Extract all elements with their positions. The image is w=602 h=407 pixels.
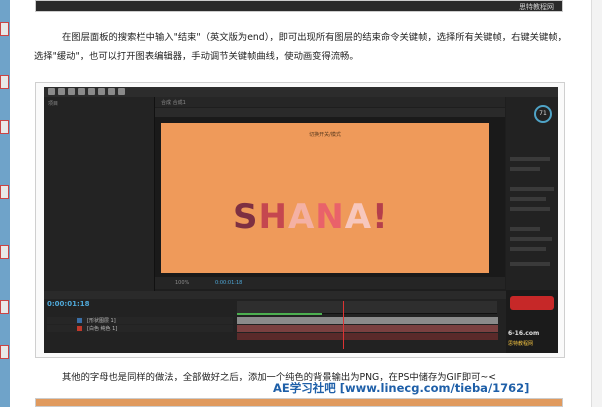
layer-row[interactable]: [形状图层 1] [47,317,233,324]
layer-color-swatch [77,318,82,323]
timeline-panel[interactable]: 0:00:01:18 [形状图层 1] [白色 纯色 1] [44,291,558,353]
desktop-icon[interactable] [0,22,9,36]
tool-icon[interactable] [48,88,55,95]
viewer-timecode[interactable]: 0:00:01:18 [215,280,242,286]
footer-watermark: AE学习社吧 [www.linecg.com/tieba/1762] [273,381,530,395]
layer-name: [形状图层 1] [87,318,116,324]
layer-track[interactable] [237,333,498,340]
gauge-value: 71 [539,110,547,117]
layer-row[interactable]: [白色 纯色 1] [47,325,233,332]
shana-logo: SHANA! [233,197,389,237]
tool-icon[interactable] [88,88,95,95]
panel-row[interactable] [510,167,540,171]
tool-icon[interactable] [58,88,65,95]
panel-row[interactable] [510,262,550,266]
logo-letter: H [258,197,288,237]
panel-row[interactable] [510,207,550,211]
next-image [35,398,563,407]
cpu-gauge: 71 [534,105,552,123]
article-paragraph: 在图层面板的搜索栏中输入"结束"（英文版为end），即可出现所有图层的结束命令关… [34,32,567,62]
panel-row[interactable] [510,237,552,241]
layer-color-swatch [77,326,82,331]
desktop-icon[interactable] [0,120,9,134]
logo-letter: A [344,197,373,237]
work-area-bar[interactable] [237,313,322,315]
layer-track[interactable] [237,317,498,324]
info-panel[interactable]: 71 [506,97,558,292]
comp-canvas[interactable]: 切换开关/模式 SHANA! [161,123,489,273]
previous-image: 思特教程网 [35,0,563,12]
stamp-logo [510,296,554,310]
desktop-icon[interactable] [0,245,9,259]
viewer-controls[interactable]: 100% 0:00:01:18 [155,277,505,289]
desktop-sidebar [0,0,10,407]
composition-viewer[interactable]: 切换开关/模式 SHANA! [155,117,505,277]
logo-letter: N [315,197,345,237]
tab-composition[interactable]: 合成 合成1 [161,99,186,106]
panel-row[interactable] [510,187,554,191]
toolbar [44,87,558,97]
timeline-header [44,291,558,299]
desktop-icon[interactable] [0,300,9,314]
logo-letter: S [233,197,259,237]
project-panel-title: 项目 [48,101,59,107]
ae-screenshot-frame: 项目 合成 合成1 切换开关/模式 SHANA! 100% 0:00:01:18… [35,82,565,358]
page-scrollbar[interactable] [591,0,602,407]
panel-row[interactable] [510,227,540,231]
timeline-timecode[interactable]: 0:00:01:18 [47,300,90,308]
after-effects-window: 项目 合成 合成1 切换开关/模式 SHANA! 100% 0:00:01:18… [44,87,558,353]
tool-icon[interactable] [68,88,75,95]
composition-tabs[interactable]: 合成 合成1 [155,97,505,107]
comp-flow-tabs[interactable] [155,108,505,117]
desktop-icon[interactable] [0,185,9,199]
panel-row[interactable] [510,247,546,251]
tool-icon[interactable] [118,88,125,95]
panel-row[interactable] [510,157,550,161]
tool-icon[interactable] [78,88,85,95]
stamp-text: 6-16.com [508,330,540,337]
logo-letter: A [287,197,316,237]
desktop-icon[interactable] [0,75,9,89]
panel-row[interactable] [510,197,546,201]
playhead[interactable] [343,301,344,349]
site-stamp: 6-16.com 思特教程网 [506,290,558,353]
stamp-url: 思特教程网 [508,341,534,347]
canvas-caption: 切换开关/模式 [309,132,341,138]
zoom-level[interactable]: 100% [175,280,189,286]
image-watermark: 思特教程网 [519,3,554,11]
logo-letter: ! [372,197,389,237]
layer-track[interactable] [237,325,498,332]
desktop-icon[interactable] [0,345,9,359]
layer-name: [白色 纯色 1] [87,326,118,332]
project-panel[interactable]: 项目 [44,97,155,292]
tool-icon[interactable] [108,88,115,95]
tool-icon[interactable] [98,88,105,95]
